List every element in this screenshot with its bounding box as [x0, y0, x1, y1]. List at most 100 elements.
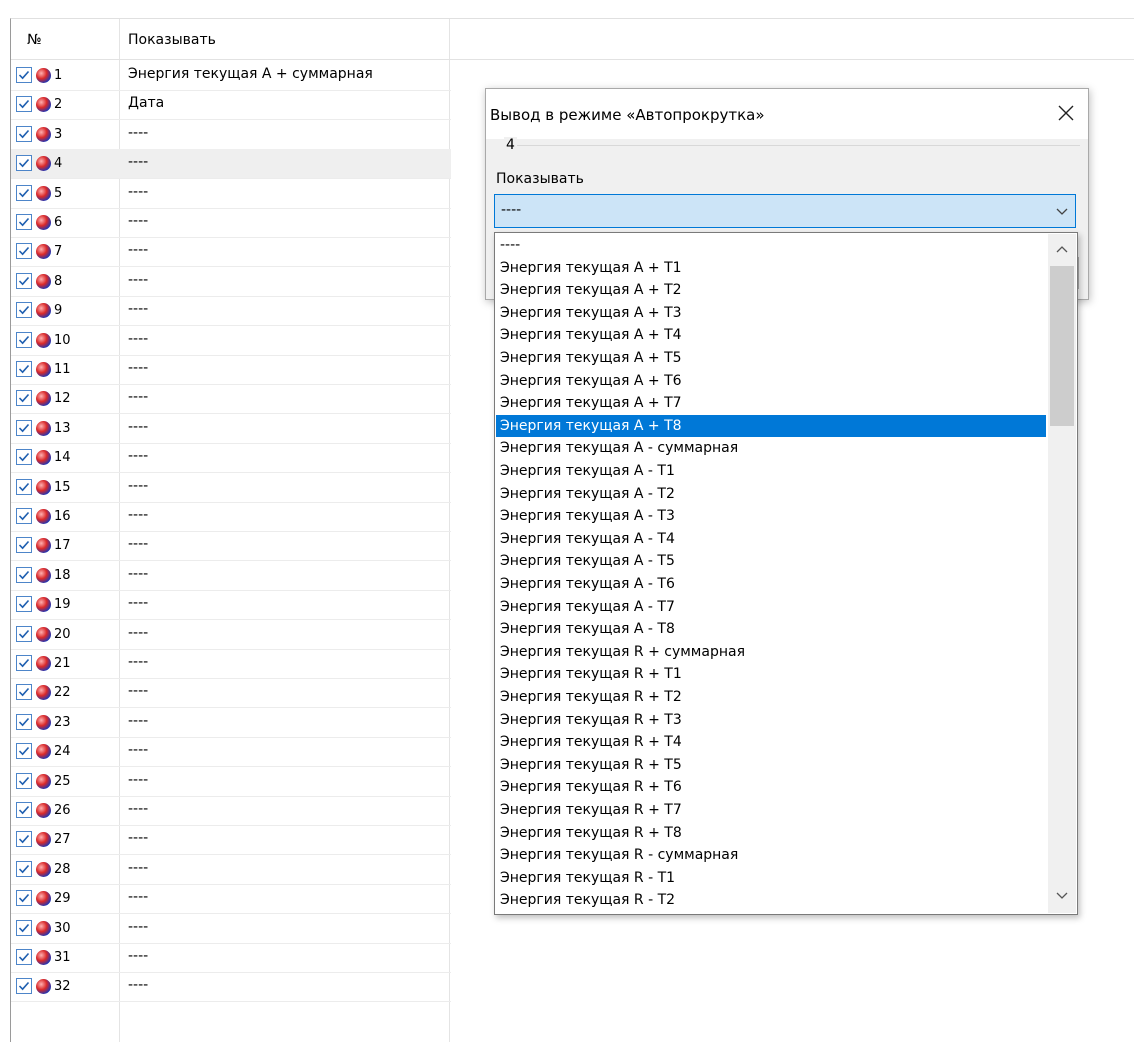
dropdown-option[interactable]: Энергия текущая А + Т6 — [496, 370, 1046, 393]
checkbox-checked-icon[interactable] — [16, 919, 32, 936]
dropdown-option[interactable]: Энергия текущая А - Т3 — [496, 505, 1046, 528]
checkbox-checked-icon[interactable] — [16, 361, 32, 377]
list-row[interactable]: 32 ---- — [11, 972, 451, 1003]
checkbox-checked-icon[interactable] — [16, 390, 32, 407]
checkbox-checked-icon[interactable] — [16, 155, 32, 172]
list-row[interactable]: 22 ---- — [11, 678, 451, 709]
list-row[interactable]: 10 ---- — [11, 326, 451, 356]
list-row[interactable]: 30 ---- — [11, 914, 451, 944]
dropdown-option[interactable]: Энергия текущая А - Т6 — [496, 573, 1046, 596]
list-row[interactable]: 18 ---- — [11, 561, 451, 591]
dropdown-option[interactable]: Энергия текущая R + Т2 — [496, 686, 1046, 709]
combobox-dropdown-list[interactable]: ---- Энергия текущая А + Т1 Энергия текуща… — [494, 232, 1078, 915]
dropdown-option[interactable]: Энергия текущая R + Т8 — [496, 822, 1046, 845]
list-row[interactable]: 6 ---- — [11, 208, 451, 238]
scrollbar-thumb[interactable] — [1050, 266, 1074, 426]
checkbox-checked-icon[interactable] — [16, 272, 32, 289]
dropdown-option[interactable]: Энергия текущая R + Т7 — [496, 799, 1046, 822]
list-row[interactable]: 8 ---- — [11, 267, 451, 297]
checkbox-checked-icon[interactable] — [16, 978, 32, 995]
checkbox-checked-icon[interactable] — [16, 214, 32, 230]
list-row[interactable]: 13 ---- — [11, 414, 451, 444]
list-row[interactable]: 26 ---- — [11, 796, 451, 826]
chevron-down-icon[interactable] — [1055, 205, 1069, 221]
dropdown-option[interactable]: Энергия текущая R + Т1 — [496, 663, 1046, 686]
list-row[interactable]: 29 ---- — [11, 884, 451, 915]
list-row[interactable]: 20 ---- — [11, 620, 451, 650]
dropdown-option[interactable]: Энергия текущая А + Т5 — [496, 347, 1046, 370]
dropdown-option[interactable]: Энергия текущая А + Т1 — [496, 257, 1046, 280]
list-row[interactable]: 11 ---- — [11, 355, 451, 385]
checkbox-checked-icon[interactable] — [16, 625, 32, 642]
list-row[interactable]: 23 ---- — [11, 708, 451, 738]
list-row[interactable]: 16 ---- — [11, 502, 451, 532]
dropdown-option[interactable]: Энергия текущая А - суммарная — [496, 437, 1046, 460]
list-row[interactable]: 24 ---- — [11, 737, 451, 768]
list-row[interactable]: 14 ---- — [11, 443, 451, 474]
dropdown-option[interactable]: ---- — [496, 234, 1046, 257]
list-row[interactable]: 5 ---- — [11, 179, 451, 209]
checkbox-checked-icon[interactable] — [16, 419, 32, 436]
checkbox-checked-icon[interactable] — [16, 743, 32, 760]
checkbox-checked-icon[interactable] — [16, 860, 32, 877]
checkbox-checked-icon[interactable] — [16, 890, 32, 907]
list-row[interactable]: 1 Энергия текущая А + суммарная — [11, 61, 451, 91]
checkbox-checked-icon[interactable] — [16, 684, 32, 701]
show-combobox[interactable]: ---- — [494, 194, 1076, 228]
checkbox-checked-icon[interactable] — [16, 713, 32, 730]
scroll-down-icon[interactable] — [1055, 889, 1069, 905]
checkbox-checked-icon[interactable] — [16, 96, 32, 113]
dropdown-option[interactable]: Энергия текущая R - Т2 — [496, 889, 1046, 912]
checkbox-checked-icon[interactable] — [16, 802, 32, 818]
list-row[interactable]: 7 ---- — [11, 237, 451, 268]
scroll-up-icon[interactable] — [1055, 242, 1069, 258]
dropdown-scrollbar[interactable] — [1048, 234, 1076, 913]
column-header-number[interactable]: № — [27, 32, 42, 48]
dropdown-option[interactable]: Энергия текущая А + Т7 — [496, 392, 1046, 415]
checkbox-checked-icon[interactable] — [16, 566, 32, 583]
checkbox-checked-icon[interactable] — [16, 243, 32, 260]
dropdown-option[interactable]: Энергия текущая А - Т5 — [496, 550, 1046, 573]
list-row[interactable]: 17 ---- — [11, 531, 451, 562]
checkbox-checked-icon[interactable] — [16, 478, 32, 495]
checkbox-checked-icon[interactable] — [16, 537, 32, 554]
list-row[interactable]: 9 ---- — [11, 296, 451, 327]
checkbox-checked-icon[interactable] — [16, 772, 32, 789]
dropdown-option[interactable]: Энергия текущая R + суммарная — [496, 641, 1046, 664]
dropdown-option[interactable]: Энергия текущая А - Т2 — [496, 483, 1046, 506]
list-row[interactable]: 28 ---- — [11, 855, 451, 885]
checkbox-checked-icon[interactable] — [16, 655, 32, 671]
checkbox-checked-icon[interactable] — [16, 331, 32, 348]
dropdown-option[interactable]: Энергия текущая А + Т2 — [496, 279, 1046, 302]
dropdown-option[interactable]: Энергия текущая R + Т3 — [496, 709, 1046, 732]
checkbox-checked-icon[interactable] — [16, 596, 32, 613]
checkbox-checked-icon[interactable] — [16, 508, 32, 524]
list-row[interactable]: 19 ---- — [11, 590, 451, 621]
checkbox-checked-icon[interactable] — [16, 184, 32, 201]
checkbox-checked-icon[interactable] — [16, 125, 32, 142]
checkbox-checked-icon[interactable] — [16, 67, 32, 83]
dropdown-option[interactable]: Энергия текущая R - суммарная — [496, 844, 1046, 867]
dropdown-option[interactable]: Энергия текущая А - Т4 — [496, 528, 1046, 551]
list-row[interactable]: 21 ---- — [11, 649, 451, 679]
list-row[interactable]: 27 ---- — [11, 825, 451, 856]
list-row[interactable]: 31 ---- — [11, 943, 451, 973]
checkbox-checked-icon[interactable] — [16, 949, 32, 965]
list-row[interactable]: 2 Дата — [11, 90, 451, 121]
checkbox-checked-icon[interactable] — [16, 449, 32, 466]
dropdown-option[interactable]: Энергия текущая А - Т1 — [496, 460, 1046, 483]
list-row[interactable]: 12 ---- — [11, 384, 451, 415]
dropdown-option[interactable]: Энергия текущая R - Т1 — [496, 867, 1046, 890]
checkbox-checked-icon[interactable] — [16, 831, 32, 848]
dropdown-option[interactable]: Энергия текущая А - Т7 — [496, 596, 1046, 619]
dropdown-option[interactable]: Энергия текущая А + Т3 — [496, 302, 1046, 325]
dropdown-option[interactable]: Энергия текущая R + Т6 — [496, 776, 1046, 799]
dropdown-option[interactable]: Энергия текущая R + Т5 — [496, 754, 1046, 777]
list-row[interactable]: 4 ---- — [11, 149, 451, 180]
list-row[interactable]: 15 ---- — [11, 473, 451, 503]
list-row[interactable]: 3 ---- — [11, 120, 451, 150]
list-row[interactable]: 25 ---- — [11, 767, 451, 797]
dropdown-option[interactable]: Энергия текущая А - Т8 — [496, 618, 1046, 641]
dropdown-option[interactable]: Энергия текущая А + Т4 — [496, 324, 1046, 347]
dropdown-option[interactable]: Энергия текущая А + Т8 — [496, 414, 1046, 438]
